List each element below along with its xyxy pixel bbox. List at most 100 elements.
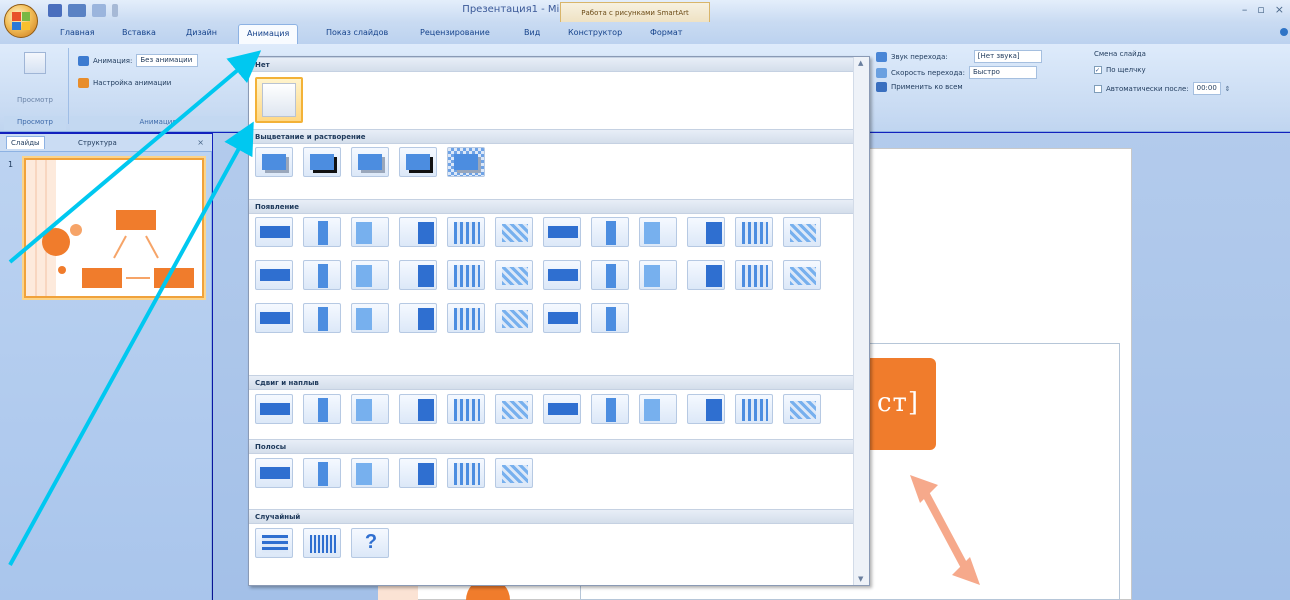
push-transition-thumb[interactable] (351, 394, 389, 424)
stripes-transition-thumb[interactable] (399, 458, 437, 488)
tab-slides[interactable]: Слайды (6, 136, 45, 149)
wipe-transition-thumb[interactable] (639, 260, 677, 290)
close-icon[interactable]: × (1275, 3, 1284, 16)
stripes-transition-thumb[interactable] (255, 458, 293, 488)
transition-preview-icon (606, 264, 616, 288)
wipe-transition-thumb[interactable] (495, 217, 533, 247)
tab-view[interactable]: Вид (524, 28, 540, 37)
wipe-transition-thumb[interactable] (591, 260, 629, 290)
wipe-transition-thumb[interactable] (783, 217, 821, 247)
random-transition-thumb[interactable] (303, 528, 341, 558)
speed-combo[interactable]: Быстро (968, 66, 1037, 79)
scroll-up-icon[interactable]: ▲ (858, 59, 863, 67)
scroll-down-icon[interactable]: ▼ (858, 575, 863, 583)
double-arrow-shape[interactable] (910, 475, 980, 585)
preview-button[interactable]: Просмотр (4, 96, 66, 104)
wipe-transition-thumb[interactable] (303, 303, 341, 333)
push-transition-thumb[interactable] (687, 394, 725, 424)
push-transition-thumb[interactable] (399, 394, 437, 424)
push-transition-thumb[interactable] (639, 394, 677, 424)
transition-preview-icon (356, 463, 372, 485)
wipe-transition-thumb[interactable] (399, 217, 437, 247)
push-transition-thumb[interactable] (255, 394, 293, 424)
wipe-transition-thumb[interactable] (255, 260, 293, 290)
stripes-transition-thumb[interactable] (303, 458, 341, 488)
on-click-row[interactable]: ✓ По щелчку (1094, 66, 1146, 74)
tab-review[interactable]: Рецензирование (420, 28, 490, 37)
fade-transition-thumb[interactable] (303, 147, 341, 177)
apply-all-button[interactable]: Применить ко всем (891, 83, 963, 91)
random-transition-thumb[interactable] (255, 528, 293, 558)
fade-transition-thumb[interactable] (255, 147, 293, 177)
wipe-transition-thumb[interactable] (399, 303, 437, 333)
fade-transition-thumb[interactable] (351, 147, 389, 177)
sound-combo[interactable]: [Нет звука] (973, 50, 1042, 63)
fade-transition-thumb[interactable] (447, 147, 485, 177)
stripes-transition-thumb[interactable] (351, 458, 389, 488)
close-pane-icon[interactable]: × (197, 138, 204, 147)
fade-transition-thumb[interactable] (399, 147, 437, 177)
wipe-transition-thumb[interactable] (591, 217, 629, 247)
wipe-transition-thumb[interactable] (543, 303, 581, 333)
random-transition-thumb[interactable]: ? (351, 528, 389, 558)
slide-thumbnail[interactable] (24, 158, 204, 298)
wipe-transition-thumb[interactable] (543, 260, 581, 290)
tab-design[interactable]: Дизайн (186, 28, 217, 37)
wipe-transition-thumb[interactable] (303, 217, 341, 247)
transition-preview-icon (502, 310, 528, 328)
on-click-checkbox[interactable]: ✓ (1094, 66, 1102, 74)
time-spinner-icon[interactable]: ⇕ (1225, 85, 1231, 93)
wipe-transition-thumb[interactable] (447, 303, 485, 333)
auto-after-checkbox[interactable] (1094, 84, 1102, 93)
tab-constructor[interactable]: Конструктор (568, 28, 622, 37)
wipe-transition-thumb[interactable] (687, 217, 725, 247)
gallery-scrollbar[interactable]: ▲ ▼ (853, 57, 869, 585)
push-transition-thumb[interactable] (447, 394, 485, 424)
wipe-transition-thumb[interactable] (447, 260, 485, 290)
wipe-transition-thumb[interactable] (351, 260, 389, 290)
office-button[interactable] (4, 4, 38, 38)
custom-animation-button[interactable]: Настройка анимации (93, 79, 171, 87)
wipe-transition-thumb[interactable] (687, 260, 725, 290)
stripes-transition-thumb[interactable] (447, 458, 485, 488)
maximize-icon[interactable]: ▫ (1257, 3, 1264, 16)
animation-combo[interactable]: Без анимации (136, 54, 199, 67)
help-icon[interactable] (1280, 28, 1288, 36)
wipe-transition-thumb[interactable] (303, 260, 341, 290)
transition-none-thumb[interactable] (255, 77, 303, 123)
push-transition-thumb[interactable] (303, 394, 341, 424)
minimize-icon[interactable]: – (1242, 3, 1248, 16)
wipe-transition-thumb[interactable] (351, 217, 389, 247)
tab-animation[interactable]: Анимация (238, 24, 299, 44)
wipe-transition-thumb[interactable] (735, 217, 773, 247)
wipe-transition-thumb[interactable] (399, 260, 437, 290)
push-transition-thumb[interactable] (543, 394, 581, 424)
preview-icon[interactable] (24, 52, 46, 74)
push-transition-thumb[interactable] (735, 394, 773, 424)
tab-slideshow[interactable]: Показ слайдов (326, 28, 388, 37)
push-transition-thumb[interactable] (495, 394, 533, 424)
wipe-transition-thumb[interactable] (543, 217, 581, 247)
push-transition-thumb[interactable] (591, 394, 629, 424)
wipe-transition-thumb[interactable] (783, 260, 821, 290)
wipe-transition-thumb[interactable] (735, 260, 773, 290)
tab-format[interactable]: Формат (650, 28, 682, 37)
push-transition-thumb[interactable] (783, 394, 821, 424)
apply-all-row[interactable]: Применить ко всем (876, 82, 963, 92)
auto-after-time[interactable]: 00:00 (1192, 82, 1221, 95)
wipe-transition-thumb[interactable] (255, 303, 293, 333)
wipe-transition-thumb[interactable] (255, 217, 293, 247)
custom-animation-row[interactable]: Настройка анимации (78, 78, 171, 88)
transition-preview-icon (502, 465, 528, 483)
wipe-transition-thumb[interactable] (639, 217, 677, 247)
wipe-transition-thumb[interactable] (591, 303, 629, 333)
wipe-transition-thumb[interactable] (495, 303, 533, 333)
wipe-transition-thumb[interactable] (351, 303, 389, 333)
wipe-transition-thumb[interactable] (447, 217, 485, 247)
transition-preview-icon (644, 265, 660, 287)
tab-insert[interactable]: Вставка (122, 28, 156, 37)
tab-outline[interactable]: Структура (74, 137, 121, 149)
tab-home[interactable]: Главная (60, 28, 95, 37)
stripes-transition-thumb[interactable] (495, 458, 533, 488)
wipe-transition-thumb[interactable] (495, 260, 533, 290)
